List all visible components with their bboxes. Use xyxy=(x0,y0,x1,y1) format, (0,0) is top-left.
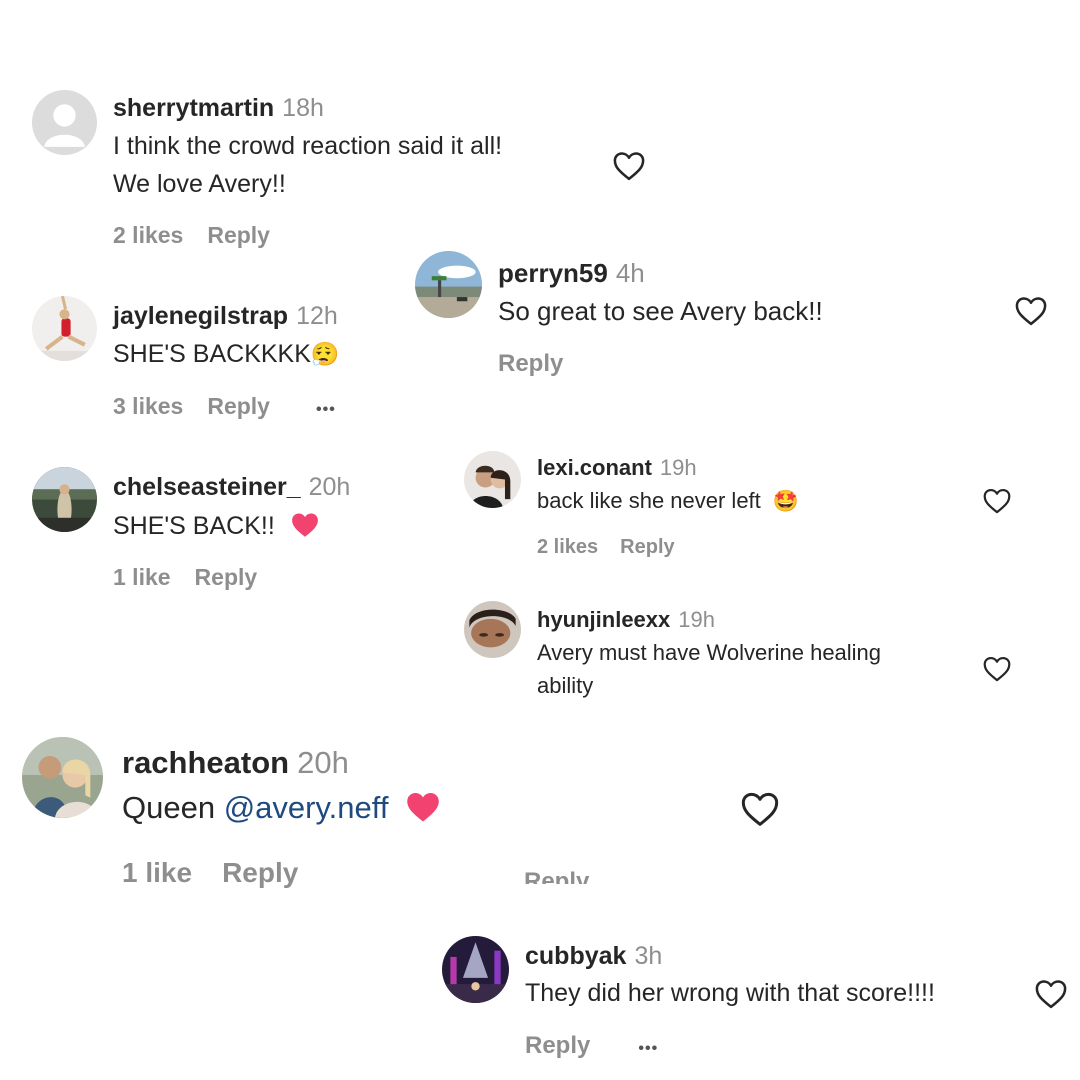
comment-time: 18h xyxy=(282,94,324,122)
pink-heart-emoji xyxy=(290,511,320,545)
reply-text: Avery must have Wolverine healing xyxy=(537,640,882,665)
reply-button[interactable]: Reply xyxy=(498,350,563,377)
reply-button[interactable]: Reply xyxy=(620,536,674,558)
user-avatar[interactable] xyxy=(32,296,97,361)
comment-username[interactable]: jaylenegilstrap xyxy=(113,302,288,330)
reply-text: They did her wrong with that score!!!! xyxy=(525,979,935,1007)
user-avatar[interactable] xyxy=(22,737,103,818)
user-avatar[interactable] xyxy=(442,936,509,1003)
likes-count[interactable]: 3 likes xyxy=(113,393,183,419)
star-struck-emoji: 🤩 xyxy=(772,490,800,513)
user-avatar[interactable] xyxy=(415,251,482,318)
exhale-emoji: 😮‍💨 xyxy=(310,341,340,367)
user-avatar[interactable] xyxy=(464,451,521,508)
user-avatar[interactable] xyxy=(464,601,521,658)
reply-time: 19h xyxy=(678,607,715,632)
heart-icon[interactable] xyxy=(740,790,780,827)
reply-button[interactable]: Reply xyxy=(525,1032,590,1059)
comment-text: SHE'S BACK!! xyxy=(113,512,275,540)
likes-count[interactable]: 2 likes xyxy=(113,222,183,248)
red-heart-emoji xyxy=(405,790,441,831)
reply-time: 3h xyxy=(634,942,663,970)
comment-text: Queen xyxy=(122,790,216,825)
likes-count[interactable]: 1 like xyxy=(122,857,192,888)
comment-username[interactable]: sherrytmartin xyxy=(113,94,274,122)
heart-icon[interactable] xyxy=(612,150,646,181)
heart-icon[interactable] xyxy=(982,487,1012,514)
reply-button[interactable]: Reply xyxy=(207,393,270,419)
heart-icon[interactable] xyxy=(982,655,1012,682)
comment-text: We love Avery!! xyxy=(113,170,286,198)
reply-username[interactable]: perryn59 xyxy=(498,258,608,288)
reply-button[interactable]: Reply xyxy=(207,222,270,248)
heart-icon[interactable] xyxy=(1014,295,1048,326)
heart-icon[interactable] xyxy=(1034,978,1068,1009)
reply-text: ability xyxy=(537,673,594,698)
comment-time: 20h xyxy=(308,473,351,501)
comment-time: 12h xyxy=(296,302,338,330)
reply-username[interactable]: hyunjinleexx xyxy=(537,607,670,632)
comment-text: SHE'S BACKKKK xyxy=(113,340,311,368)
comment-username[interactable]: chelseasteiner_ xyxy=(113,473,301,501)
reply-time: 4h xyxy=(615,258,645,288)
comment-text: I think the crowd reaction said it all! xyxy=(113,132,503,160)
likes-count[interactable]: 1 like xyxy=(113,564,171,590)
comment-username[interactable]: rachheaton xyxy=(122,745,289,780)
mention-link[interactable]: @avery.neff xyxy=(224,790,389,825)
reply-text: So great to see Avery back!! xyxy=(498,296,823,326)
more-options-icon[interactable]: ••• xyxy=(316,401,336,418)
reply-text: back like she never left xyxy=(537,488,761,513)
reply-button[interactable]: Reply xyxy=(222,857,298,888)
reply-time: 19h xyxy=(659,455,697,480)
reply-button[interactable]: Reply xyxy=(195,564,258,590)
reply-username[interactable]: cubbyak xyxy=(525,942,626,970)
more-options-icon[interactable]: ••• xyxy=(638,1040,658,1057)
default-avatar[interactable] xyxy=(32,90,97,155)
clipped-reply-text: Reply xyxy=(524,868,590,884)
reply-username[interactable]: lexi.conant xyxy=(537,455,652,480)
comment-time: 20h xyxy=(297,745,349,780)
likes-count[interactable]: 2 likes xyxy=(537,536,598,558)
user-avatar[interactable] xyxy=(32,467,97,532)
